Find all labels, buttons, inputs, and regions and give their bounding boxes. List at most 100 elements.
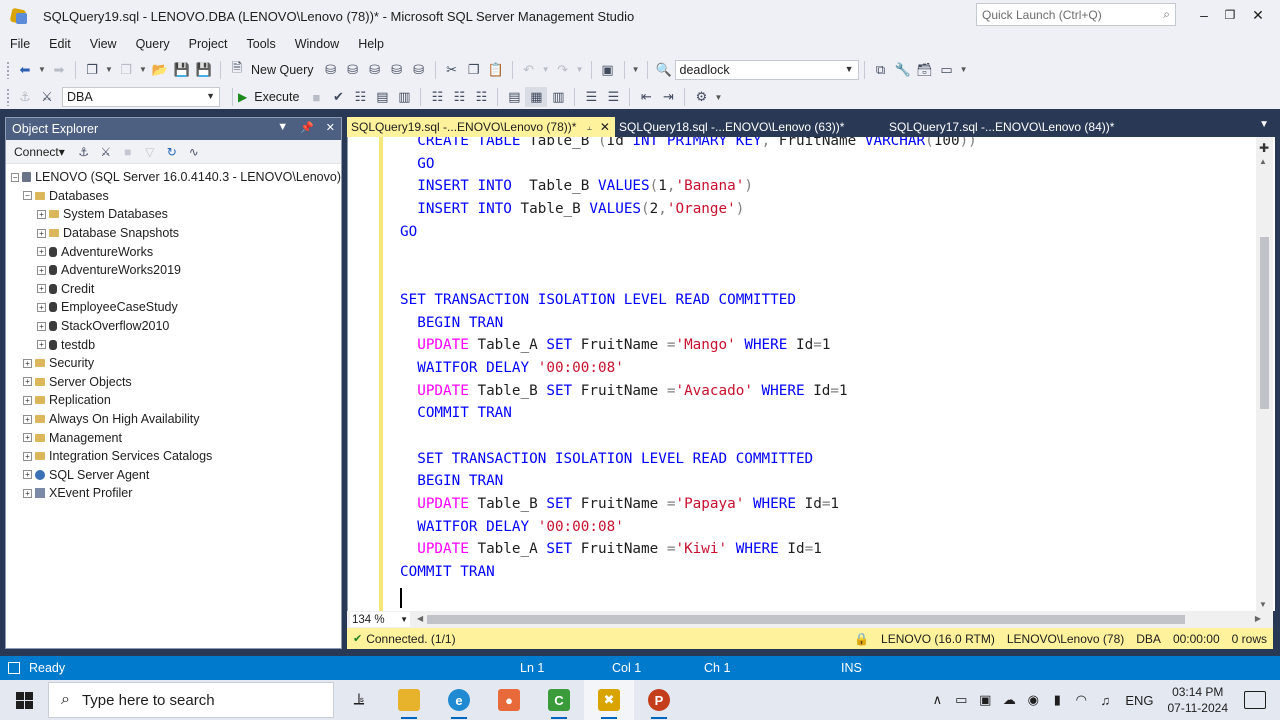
toolbox-icon[interactable]: 🗃 (914, 60, 936, 80)
results-to-text-icon[interactable]: ▥ (393, 87, 415, 107)
menu-query[interactable]: Query (129, 37, 177, 51)
meet-now-icon[interactable]: ◉ (1021, 692, 1045, 708)
editor-horizontal-scrollbar[interactable]: ◀ ▶ (417, 614, 1273, 624)
tree-node-xevent-profiler[interactable]: + XEvent Profiler (6, 484, 341, 503)
solution-explorer-icon[interactable]: ⧉ (870, 60, 892, 80)
tab-list-dropdown-icon[interactable]: ▼ (1259, 119, 1269, 130)
toolbar-overflow-icon[interactable]: ▼ (958, 60, 970, 80)
expand-icon[interactable]: + (37, 265, 46, 275)
quick-launch-input[interactable]: Quick Launch (Ctrl+Q) ⌕ (976, 3, 1176, 26)
tree-node-sql-server-agent[interactable]: + SQL Server Agent (6, 466, 341, 485)
code-line[interactable]: UPDATE Table_A SET FruitName = 'Mango' WH… (400, 334, 977, 357)
expand-icon[interactable]: + (23, 414, 32, 424)
chevron-down-icon[interactable]: ▼ (400, 615, 408, 624)
expand-icon[interactable]: + (37, 321, 46, 331)
disconnect-icon[interactable]: ⚔ (95, 145, 117, 159)
code-line[interactable]: GO (400, 221, 977, 244)
tree-node-replication[interactable]: + Replication (6, 391, 341, 410)
menu-window[interactable]: Window (288, 37, 346, 51)
save-icon[interactable]: 💾 (171, 60, 193, 80)
volume-icon[interactable]: ♫ (1093, 693, 1117, 708)
editor-vertical-scrollbar[interactable]: ✚ ▲ ▼ (1256, 137, 1273, 611)
menu-help[interactable]: Help (351, 37, 391, 51)
filter-icon[interactable]: ▽ (139, 145, 161, 159)
ssms-taskbar-button[interactable]: ✖ (584, 680, 634, 720)
back-dropdown-icon[interactable]: ▼ (36, 60, 48, 80)
code-line[interactable]: BEGIN TRAN (400, 470, 977, 493)
tree-node-always-on[interactable]: + Always On High Availability (6, 410, 341, 429)
toolbar-grip[interactable] (6, 60, 10, 79)
split-view-icon[interactable]: ✚ (1259, 141, 1269, 155)
forward-icon[interactable]: ➡ (48, 60, 70, 80)
parse-check-icon[interactable]: ✔ (327, 87, 349, 107)
tree-node-database[interactable]: + StackOverflow2010 (6, 317, 341, 336)
scroll-down-icon[interactable]: ▼ (1259, 600, 1267, 609)
code-line[interactable]: COMMIT TRAN (400, 402, 977, 425)
tree-node-database[interactable]: + AdventureWorks (6, 242, 341, 261)
cut-icon[interactable]: ✂ (441, 60, 463, 80)
notification-center-icon[interactable] (1244, 691, 1266, 709)
xmla-query-icon[interactable]: ⛁ (386, 60, 408, 80)
undo-icon[interactable]: ↶ (518, 60, 540, 80)
results-to-grid-icon[interactable]: ▦ (525, 87, 548, 107)
find-dropdown-icon[interactable]: ▼ (630, 60, 642, 80)
expand-icon[interactable]: + (37, 284, 46, 294)
live-statistics-icon[interactable]: ☷ (448, 87, 470, 107)
code-line[interactable]: INSERT INTO Table_B VALUES(1,'Banana') (400, 175, 977, 198)
mdx-query-icon[interactable]: ⛁ (342, 60, 364, 80)
results-to-file-icon[interactable]: ▥ (547, 87, 569, 107)
redo-dropdown-icon[interactable]: ▼ (574, 60, 586, 80)
expand-icon[interactable]: + (37, 228, 46, 238)
display-plan-icon[interactable]: ☷ (349, 87, 371, 107)
new-query-icon[interactable]: 🗎 (226, 60, 248, 80)
database-engine-query-icon[interactable]: ⛁ (320, 60, 342, 80)
execute-button[interactable]: Execute (254, 90, 299, 104)
menu-view[interactable]: View (83, 37, 124, 51)
refresh-icon[interactable]: ↻ (161, 145, 183, 159)
specify-template-values-icon[interactable]: ⚙ (690, 87, 712, 107)
code-line[interactable]: CREATE TABLE Table_B (Id INT PRIMARY KEY… (400, 137, 977, 153)
menu-file[interactable]: File (3, 37, 37, 51)
expand-icon[interactable]: + (23, 395, 32, 405)
tree-node-integration-services[interactable]: + Integration Services Catalogs (6, 447, 341, 466)
wifi-icon[interactable]: ◠ (1069, 692, 1093, 708)
code-line[interactable]: SET TRANSACTION ISOLATION LEVEL READ COM… (400, 289, 977, 312)
find-combo[interactable]: deadlock ▼ (674, 59, 859, 80)
tree-node-database[interactable]: + Database Snapshots (6, 224, 341, 243)
tree-node-databases[interactable]: − Databases (6, 187, 341, 206)
back-icon[interactable]: ⬅ (14, 60, 36, 80)
expand-icon[interactable]: + (37, 247, 46, 257)
pin-icon[interactable]: ⫠ (586, 122, 591, 133)
new-project-icon[interactable]: ❐ (81, 60, 103, 80)
code-line[interactable]: WAITFOR DELAY '00:00:08' (400, 357, 977, 380)
search-icon[interactable]: ⌕ (1163, 7, 1170, 22)
connect-plug-icon[interactable]: ⚓ (73, 145, 95, 159)
code-line[interactable]: ​ (400, 243, 977, 266)
expand-icon[interactable]: + (23, 451, 32, 461)
change-connection-icon[interactable]: ⚔ (36, 87, 58, 107)
menu-tools[interactable]: Tools (240, 37, 283, 51)
results-to-text-toggle-icon[interactable]: ▤ (503, 87, 525, 107)
add-item-icon[interactable]: ❐ (115, 60, 137, 80)
template-explorer-icon[interactable]: ▭ (936, 60, 958, 80)
properties-wrench-icon[interactable]: 🔧 (892, 60, 914, 80)
save-all-icon[interactable]: 💾 (193, 60, 215, 80)
tree-node-server-objects[interactable]: + Server Objects (6, 373, 341, 392)
menu-edit[interactable]: Edit (42, 37, 78, 51)
tree-node-database[interactable]: + testdb (6, 335, 341, 354)
code-line[interactable]: ​ (400, 584, 977, 607)
camtasia-taskbar-button[interactable]: C (534, 680, 584, 720)
pin-icon[interactable]: 📌 (300, 121, 314, 134)
tree-node-database[interactable]: + EmployeeCaseStudy (6, 298, 341, 317)
toolbar-overflow-icon[interactable]: ▼ (712, 87, 724, 107)
code-line[interactable]: SET TRANSACTION ISOLATION LEVEL READ COM… (400, 448, 977, 471)
scroll-thumb[interactable] (427, 615, 1185, 624)
toolbar-grip[interactable] (6, 88, 10, 106)
undo-dropdown-icon[interactable]: ▼ (540, 60, 552, 80)
onedrive-icon[interactable]: ☁ (997, 692, 1021, 708)
edge-taskbar-button[interactable]: e (434, 680, 484, 720)
battery-icon[interactable]: ▭ (949, 692, 973, 708)
chevron-up-icon[interactable]: ∧ (925, 692, 949, 708)
scroll-left-icon[interactable]: ◀ (417, 614, 423, 623)
scroll-right-icon[interactable]: ▶ (1255, 614, 1261, 623)
